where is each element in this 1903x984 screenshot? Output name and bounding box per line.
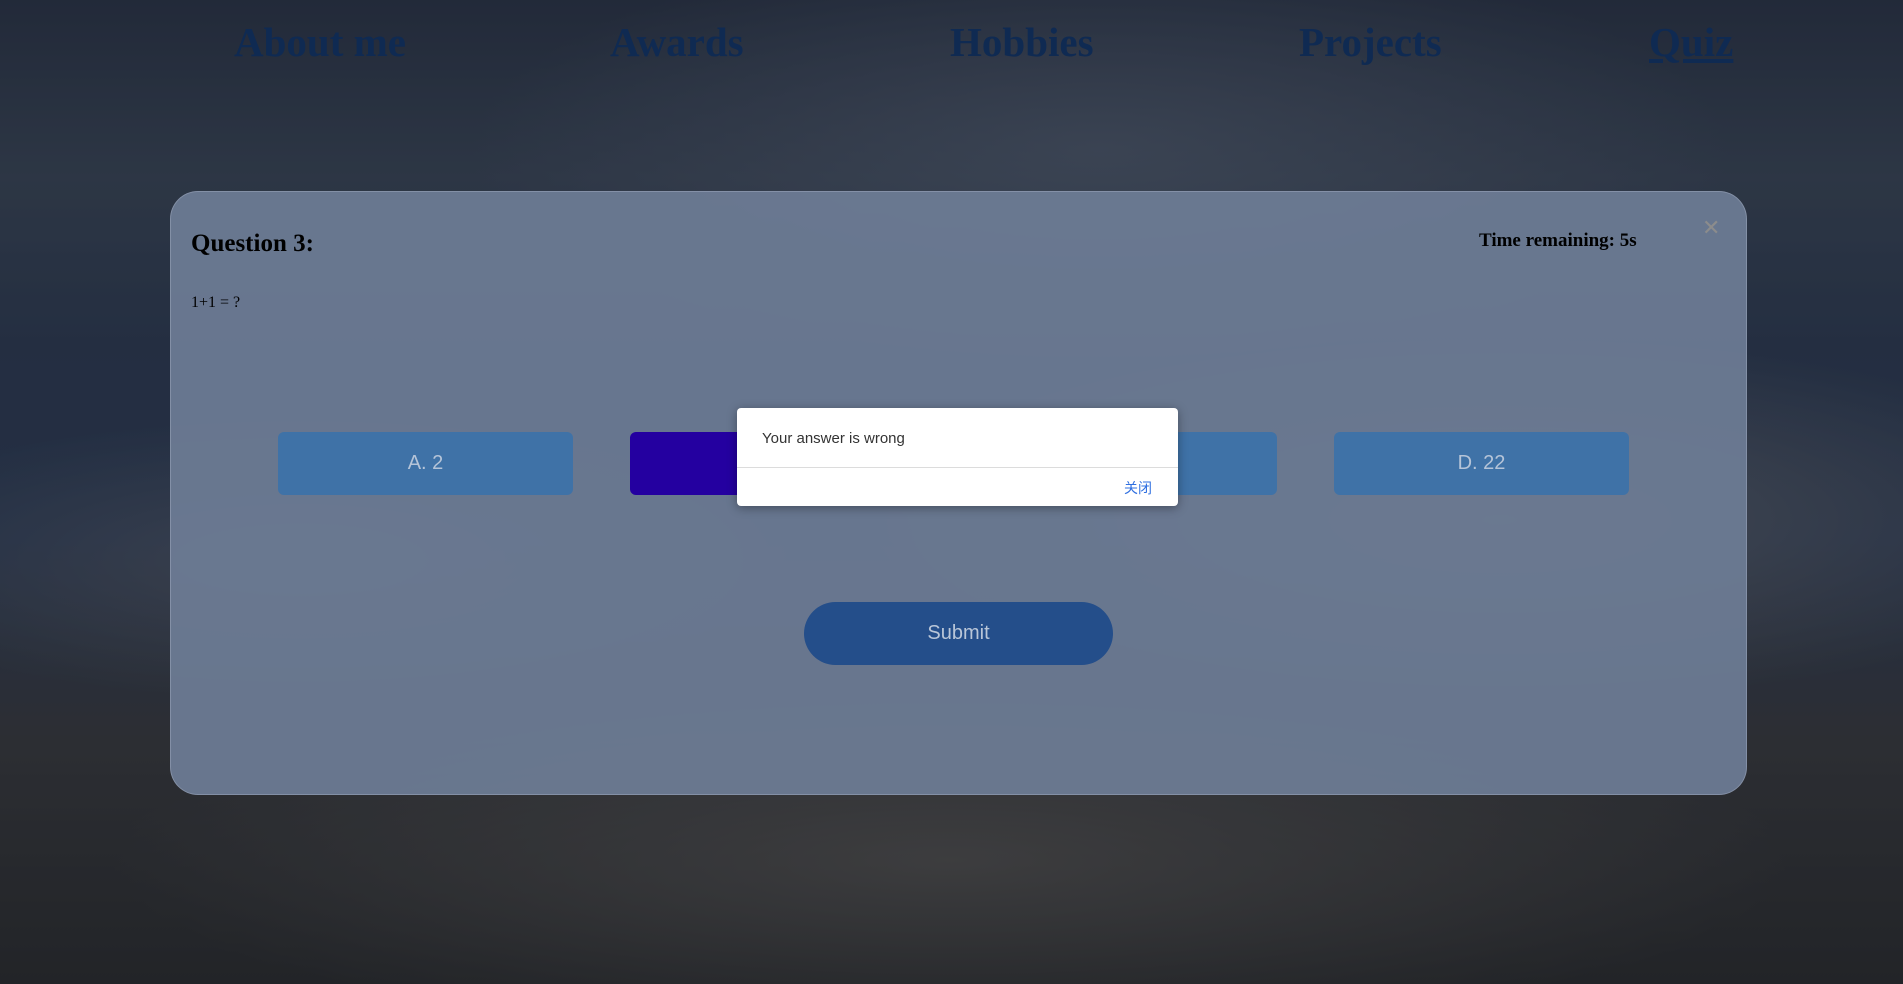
nav-link-about-me[interactable]: About me [234,18,406,66]
submit-button[interactable]: Submit [804,602,1113,665]
top-navigation: About me Awards Hobbies Projects Quiz [0,18,1903,78]
alert-divider [737,467,1178,468]
nav-link-quiz[interactable]: Quiz [1649,18,1733,66]
nav-link-projects[interactable]: Projects [1299,18,1442,66]
nav-link-awards[interactable]: Awards [610,18,744,66]
alert-close-button[interactable]: 关闭 [1124,478,1152,498]
alert-message: Your answer is wrong [762,430,905,447]
question-title: Question 3: [191,230,314,257]
option-d-button[interactable]: D. 22 [1334,432,1629,495]
alert-dialog: Your answer is wrong 关闭 [737,408,1178,506]
nav-link-hobbies[interactable]: Hobbies [950,18,1094,66]
close-icon[interactable]: ✕ [1702,216,1720,241]
option-a-button[interactable]: A. 2 [278,432,573,495]
question-text: 1+1 = ? [191,294,241,311]
time-remaining: Time remaining: 5s [1479,230,1637,251]
